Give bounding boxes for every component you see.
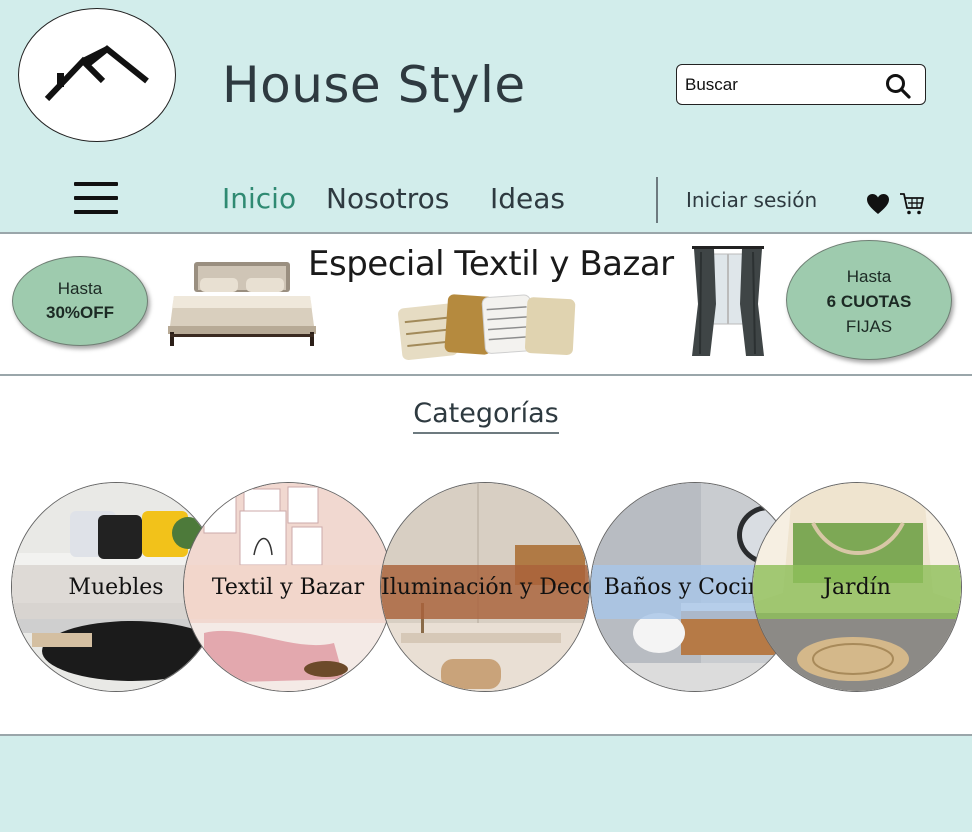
banner-title: Especial Textil y Bazar <box>308 244 674 284</box>
curtain-image <box>692 246 764 356</box>
category-label: Iluminación y Deco <box>381 575 590 600</box>
bed-image <box>168 262 316 346</box>
installments-badge-line1: Hasta <box>846 267 892 286</box>
search-box[interactable] <box>676 64 926 105</box>
categories-title-text: Categorías <box>413 398 559 434</box>
installments-badge-line2: 6 CUOTAS <box>826 292 912 311</box>
categories-section: Categorías Muebles Textil y Bazar Ilumin… <box>0 376 972 736</box>
category-iluminacion-deco[interactable]: Iluminación y Deco <box>380 482 590 692</box>
nav-link-nosotros[interactable]: Nosotros <box>326 182 449 215</box>
logo[interactable] <box>18 8 176 142</box>
installments-badge: Hasta 6 CUOTAS FIJAS <box>786 240 952 360</box>
promo-banner[interactable]: Hasta 30%OFF Especial Textil y Bazar Has… <box>0 232 972 376</box>
nav-link-inicio[interactable]: Inicio <box>222 182 296 215</box>
installments-badge-line3: FIJAS <box>845 317 893 336</box>
menu-icon[interactable] <box>74 182 118 216</box>
site-header: House Style Inicio Nosotros Ideas Inicia… <box>0 0 972 232</box>
search-input[interactable] <box>685 73 875 97</box>
nav-link-ideas[interactable]: Ideas <box>490 182 565 215</box>
heart-icon[interactable] <box>866 193 890 215</box>
category-textil-bazar[interactable]: Textil y Bazar <box>183 482 393 692</box>
discount-badge-line2: 30%OFF <box>45 303 115 322</box>
cart-icon[interactable] <box>899 192 925 216</box>
site-title: House Style <box>222 56 526 114</box>
category-label: Jardín <box>823 575 891 600</box>
house-logo-icon <box>44 45 149 101</box>
discount-badge-line1: Hasta <box>57 279 103 298</box>
discount-badge: Hasta 30%OFF <box>12 256 148 346</box>
category-jardin[interactable]: Jardín <box>752 482 962 692</box>
category-label: Textil y Bazar <box>211 575 365 600</box>
nav-divider <box>656 177 658 223</box>
categories-title: Categorías <box>0 398 972 434</box>
pillows-image <box>398 294 576 360</box>
footer <box>0 738 972 832</box>
search-icon[interactable] <box>885 73 911 99</box>
login-link[interactable]: Iniciar sesión <box>686 188 817 212</box>
